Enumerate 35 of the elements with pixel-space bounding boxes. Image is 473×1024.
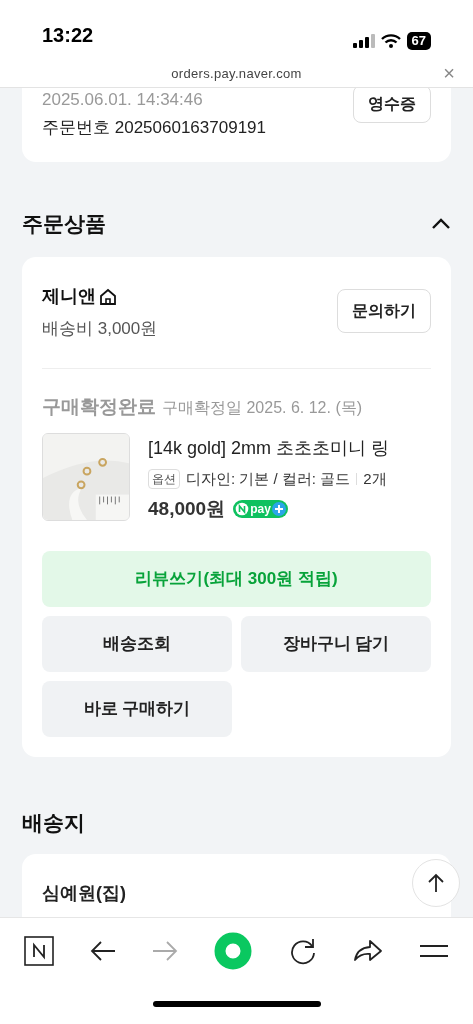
up-arrow-icon: [427, 873, 445, 893]
section-title: 주문상품: [22, 211, 106, 238]
url-text: orders.pay.naver.com: [171, 64, 302, 83]
chevron-icon[interactable]: [431, 218, 451, 230]
signal-icon: [352, 34, 375, 48]
inquiry-button[interactable]: 문의하기: [337, 289, 431, 333]
purchase-status: 구매확정완료: [42, 394, 156, 419]
price-text: 48,000원: [148, 496, 226, 521]
back-icon[interactable]: [90, 940, 117, 962]
share-icon[interactable]: [352, 938, 383, 964]
home-icon: [99, 287, 117, 306]
option-tag: 옵션: [148, 469, 180, 490]
confirm-date: 구매확정일 2025. 6. 12. (목): [162, 397, 363, 418]
action-button[interactable]: 장바구니 담기: [241, 616, 431, 672]
action-button[interactable]: 배송조회: [42, 616, 232, 672]
quantity-text: 2개: [363, 469, 387, 489]
plus-icon: [271, 501, 286, 516]
wifi-icon: [380, 34, 401, 48]
option-text: 디자인: 기본 / 컬러: 골드: [186, 469, 351, 489]
section-title: 배송지: [22, 810, 85, 837]
order-number: 주문번호 2025060163709191: [42, 117, 266, 139]
shipping-fee: 배송비 3,000원: [42, 318, 158, 340]
n-logo-icon[interactable]: [24, 936, 54, 966]
npay-label: pay: [250, 501, 271, 516]
menu-icon[interactable]: [418, 943, 449, 959]
product-title: [14k gold] 2mm 초초초미니 링: [148, 437, 390, 460]
order-date: 2025.06.01. 14:34:46: [42, 89, 204, 111]
seller-name: 제니앤: [42, 285, 96, 308]
reload-icon[interactable]: [288, 937, 317, 965]
status-time: 13:22: [42, 23, 94, 48]
receipt-button[interactable]: 영수증: [353, 88, 431, 123]
action-button[interactable]: 바로 구매하기: [42, 681, 232, 737]
recipient-name: 심예원(집): [42, 883, 126, 903]
battery-level: 67: [406, 32, 431, 50]
close-button[interactable]: ×: [443, 62, 455, 84]
